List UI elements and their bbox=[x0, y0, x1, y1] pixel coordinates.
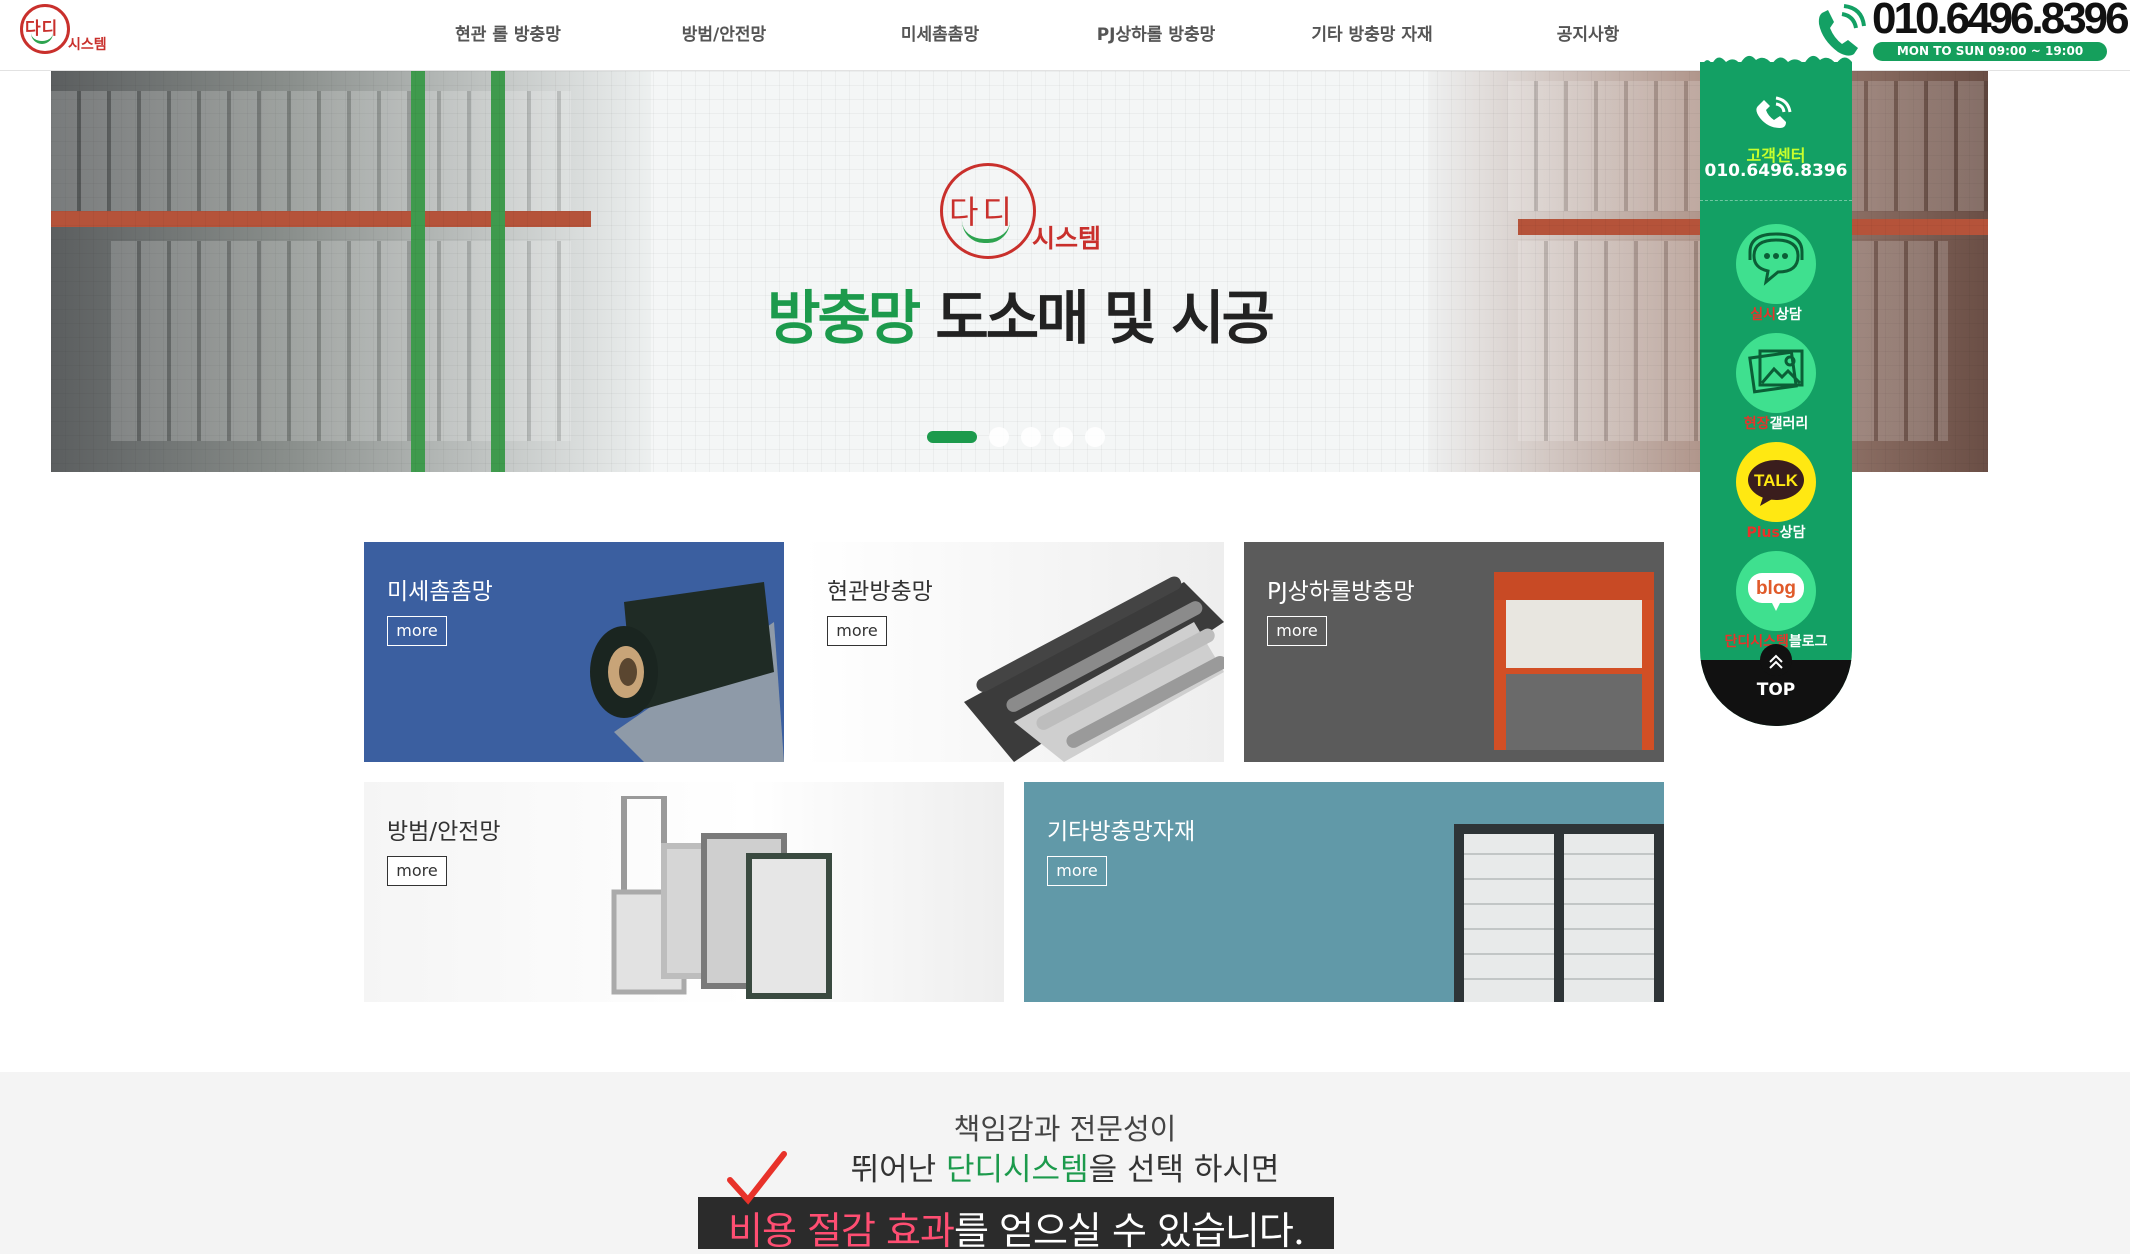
promo-highlight-box: 비용 절감 효과를 얻으실 수 있습니다. bbox=[698, 1197, 1334, 1253]
slider-dot[interactable] bbox=[1085, 427, 1105, 447]
hero-title: 방충망 도소매 및 시공 bbox=[51, 271, 1988, 355]
hero-title-green: 방충망 bbox=[767, 284, 921, 352]
nav-item-notice[interactable]: 공지사항 bbox=[1480, 0, 1696, 71]
hero-banner: 다디 시스템 방충망 도소매 및 시공 bbox=[51, 71, 1988, 472]
mesh-roll-image bbox=[590, 582, 784, 762]
product-card-title: PJ상하롤방충망 bbox=[1267, 579, 1415, 605]
slider-dot[interactable] bbox=[1053, 427, 1073, 447]
slider-dot[interactable] bbox=[1021, 427, 1041, 447]
checkmark-icon bbox=[727, 1151, 787, 1205]
slider-dot[interactable] bbox=[927, 431, 977, 443]
label-text: 상담 bbox=[1779, 525, 1806, 541]
label-highlight: 현장 bbox=[1743, 416, 1770, 432]
gallery-icon bbox=[1736, 333, 1816, 413]
quick-menu-label: 실시상담 bbox=[1700, 304, 1852, 324]
product-card-fine-mesh[interactable]: 미세촘촘망 more bbox=[364, 542, 784, 762]
more-button[interactable]: more bbox=[1267, 616, 1327, 646]
label-text: 갤러리 bbox=[1769, 416, 1809, 432]
blog-icon-text: blog bbox=[1756, 578, 1796, 599]
nav-item-fine-mesh[interactable]: 미세촘촘망 bbox=[832, 0, 1048, 71]
talk-icon-text: TALK bbox=[1754, 471, 1799, 490]
folding-screen-image bbox=[1454, 824, 1664, 1002]
quick-menu-label: 현장갤러리 bbox=[1700, 413, 1852, 433]
label-highlight: 실시 bbox=[1750, 307, 1776, 323]
quick-menu-gallery[interactable]: 현장갤러리 bbox=[1700, 333, 1852, 433]
roll-screen-frame-image bbox=[1494, 572, 1654, 750]
nav-item-pj-roll-screen[interactable]: PJ상하롤 방충망 bbox=[1048, 0, 1264, 71]
product-card-other-materials[interactable]: 기타방충망자재 more bbox=[1024, 782, 1664, 1002]
business-hours: MON TO SUN 09:00 ~ 19:00 bbox=[1873, 42, 2107, 61]
quick-menu-live-chat[interactable]: 실시상담 bbox=[1700, 224, 1852, 324]
blog-icon: blog bbox=[1736, 551, 1816, 631]
chevron-up-icon bbox=[1760, 644, 1792, 676]
label-text: 상담 bbox=[1776, 307, 1802, 323]
kakao-talk-icon: TALK bbox=[1736, 442, 1816, 522]
security-frames-image bbox=[611, 796, 832, 999]
product-card-entrance-screen[interactable]: 현관방충망 more bbox=[804, 542, 1224, 762]
divider bbox=[1700, 200, 1852, 201]
quick-menu-label: Plus상담 bbox=[1700, 522, 1852, 542]
main-nav: 현관 롤 방충망 방범/안전망 미세촘촘망 PJ상하롤 방충망 기타 방충망 자… bbox=[400, 0, 1696, 71]
quick-menu-kakao-talk[interactable]: TALK Plus상담 bbox=[1700, 442, 1852, 542]
phone-icon bbox=[1756, 96, 1792, 128]
more-button[interactable]: more bbox=[387, 616, 447, 646]
back-to-top-button[interactable]: TOP bbox=[1700, 644, 1852, 726]
nav-item-entrance-roll-screen[interactable]: 현관 롤 방충망 bbox=[400, 0, 616, 71]
product-card-title: 방범/안전망 bbox=[387, 819, 501, 845]
more-button[interactable]: more bbox=[387, 856, 447, 886]
more-button[interactable]: more bbox=[1047, 856, 1107, 886]
product-card-pj-roll-screen[interactable]: PJ상하롤방충망 more bbox=[1244, 542, 1664, 762]
promo-section: 책임감과 전문성이 뛰어난 단디시스템을 선택 하시면 비용 절감 효과를 얻으… bbox=[0, 1072, 2130, 1254]
label-highlight: Plus bbox=[1746, 525, 1780, 541]
chat-bubble-icon bbox=[1736, 224, 1816, 304]
quick-menu-blog[interactable]: blog 단디시스템블로그 bbox=[1700, 551, 1852, 651]
slider-pagination bbox=[927, 427, 1105, 447]
slider-dot[interactable] bbox=[989, 427, 1009, 447]
promo-text: 뛰어난 bbox=[850, 1152, 946, 1188]
nav-item-security-net[interactable]: 방범/안전망 bbox=[616, 0, 832, 71]
product-card-security-net[interactable]: 방범/안전망 more bbox=[364, 782, 1004, 1002]
promo-text: 를 얻으실 수 있습니다. bbox=[953, 1209, 1305, 1253]
promo-brand: 단디시스템 bbox=[945, 1152, 1089, 1188]
promo-line-1: 책임감과 전문성이 bbox=[953, 1112, 1177, 1146]
header-phone[interactable]: 010.6496.8396 MON TO SUN 09:00 ~ 19:00 bbox=[1812, 0, 2130, 66]
hero-logo: 다디 시스템 bbox=[940, 163, 1110, 263]
quick-menu: 고객센터 010.6496.8396 실시상담 현장갤러리 TALK Plus상… bbox=[1700, 62, 1852, 726]
hero-logo-subtext: 시스템 bbox=[1032, 224, 1102, 253]
label-text: 블로그 bbox=[1788, 634, 1828, 650]
site-logo[interactable]: 다디 시스템 bbox=[20, 4, 110, 56]
screen-rolls-image bbox=[964, 576, 1224, 762]
nav-item-other-materials[interactable]: 기타 방충망 자재 bbox=[1264, 0, 1480, 71]
hero-title-dark: 도소매 및 시공 bbox=[935, 284, 1275, 352]
promo-emphasis: 비용 절감 효과 bbox=[728, 1209, 955, 1253]
customer-center-number[interactable]: 010.6496.8396 bbox=[1700, 161, 1852, 181]
promo-text: 을 선택 하시면 bbox=[1088, 1152, 1280, 1188]
header-phone-number: 010.6496.8396 bbox=[1872, 0, 2130, 43]
product-card-title: 미세촘촘망 bbox=[387, 579, 493, 605]
product-card-title: 현관방충망 bbox=[827, 579, 933, 605]
more-button[interactable]: more bbox=[827, 616, 887, 646]
promo-line-3: 비용 절감 효과를 얻으실 수 있습니다. bbox=[698, 1200, 1334, 1255]
promo-line-2: 뛰어난 단디시스템을 선택 하시면 bbox=[0, 1144, 2130, 1189]
top-label: TOP bbox=[1756, 680, 1796, 700]
logo-subtext: 시스템 bbox=[68, 37, 107, 53]
product-card-title: 기타방충망자재 bbox=[1047, 819, 1196, 845]
